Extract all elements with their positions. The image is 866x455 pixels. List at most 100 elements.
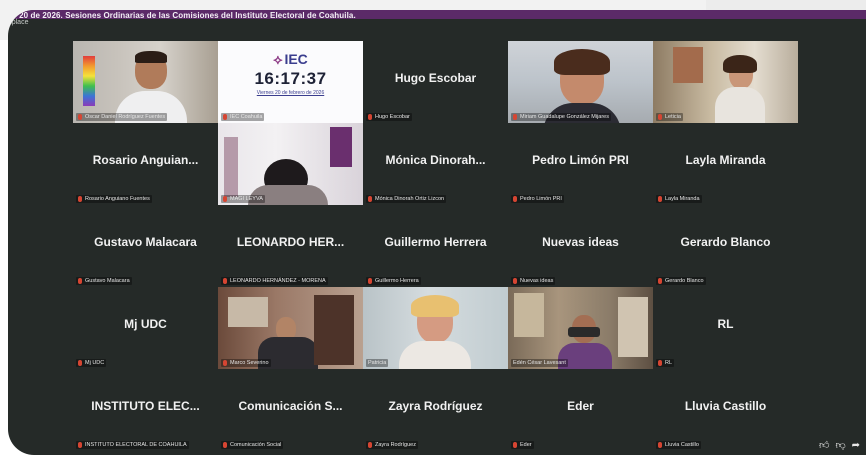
participant-tile[interactable]: Comunicación S... Comunicación Social: [218, 369, 363, 451]
iec-logo: ⟡ IEC: [273, 51, 308, 67]
participant-name-tag: Gerardo Blanco: [656, 277, 706, 285]
participant-name-tag: Guillermo Herrera: [366, 277, 421, 285]
share-icon[interactable]: ➦: [852, 441, 860, 451]
participant-tile[interactable]: Gerardo Blanco Gerardo Blanco: [653, 205, 798, 287]
workplace-label: orkplace: [8, 19, 29, 26]
participant-name-tag: Hugo Escobar: [366, 113, 412, 121]
thumbs-down-icon[interactable]: 👎︎: [835, 441, 845, 451]
participant-name: Lluvia Castillo: [684, 399, 767, 413]
mic-muted-icon: [658, 196, 662, 202]
reaction-buttons: 👍︎ 👎︎ ➦: [819, 441, 860, 451]
participant-tile[interactable]: Rosario Anguian... Rosario Anguiano Fuen…: [73, 123, 218, 205]
clock-date: Viernes 20 de febrero de 2026: [256, 90, 325, 96]
participant-name: Rosario Anguian...: [92, 153, 199, 167]
mic-muted-icon: [368, 442, 372, 448]
participant-name: Mj UDC: [124, 317, 167, 331]
participant-name: Guillermo Herrera: [384, 235, 487, 249]
participant-name-tag: Mj UDC: [76, 359, 107, 367]
participant-name: Pedro Limón PRI: [532, 153, 629, 167]
participant-tile[interactable]: Eder Eder: [508, 369, 653, 451]
participant-tile[interactable]: Leticia: [653, 41, 798, 123]
participant-tile[interactable]: Miriam Guadalupe González Mijares: [508, 41, 653, 123]
top-right-pad: [706, 0, 866, 10]
mic-muted-icon: [513, 278, 517, 284]
participant-name-tag: LEONARDO HERNÁNDEZ - MORENA: [221, 277, 328, 285]
participant-name-tag: Zayra Rodríguez: [366, 441, 418, 449]
participant-video: [508, 287, 653, 369]
participant-name-tag: MAGI LEYVA: [221, 195, 265, 203]
mic-muted-icon: [658, 278, 662, 284]
mic-muted-icon: [513, 114, 517, 120]
iec-logo-icon: ⟡: [273, 51, 283, 67]
participant-name-tag: Marco Severino: [221, 359, 271, 367]
participant-tile-active-speaker[interactable]: Patricia: [363, 287, 508, 369]
mic-muted-icon: [658, 114, 662, 120]
participant-video: [363, 287, 508, 369]
mic-muted-icon: [78, 278, 82, 284]
mic-muted-icon: [513, 442, 517, 448]
participant-tile[interactable]: Oscar Daniel Rodríguez Fuentes: [73, 41, 218, 123]
title-bar: ero 20 de 2026. Sesiones Ordinarias de l…: [8, 10, 866, 20]
participant-name: Mónica Dinorah...: [385, 153, 486, 167]
mic-muted-icon: [78, 360, 82, 366]
mic-muted-icon: [223, 114, 227, 120]
mic-muted-icon: [78, 442, 82, 448]
participant-name-tag: Edén César Lavesant: [511, 359, 568, 367]
participant-name-tag: Oscar Daniel Rodríguez Fuentes: [76, 113, 168, 121]
participant-tile[interactable]: LEONARDO HER... LEONARDO HERNÁNDEZ - MOR…: [218, 205, 363, 287]
participant-tile[interactable]: Guillermo Herrera Guillermo Herrera: [363, 205, 508, 287]
participant-video: [218, 287, 363, 369]
participant-tile[interactable]: RL RL: [653, 287, 798, 369]
thumbs-up-icon[interactable]: 👍︎: [819, 441, 829, 451]
participant-tile[interactable]: ⟡ IEC 16:17:37 Viernes 20 de febrero de 2…: [218, 41, 363, 123]
participant-tile[interactable]: Hugo Escobar Hugo Escobar: [363, 41, 508, 123]
mic-muted-icon: [658, 360, 662, 366]
participant-name: INSTITUTO ELEC...: [91, 399, 200, 413]
participant-tile[interactable]: INSTITUTO ELEC... INSTITUTO ELECTORAL DE…: [73, 369, 218, 451]
clock-time: 16:17:37: [254, 69, 327, 88]
participant-name-tag: Eder: [511, 441, 534, 449]
participant-name-tag: Lluvia Castillo: [656, 441, 701, 449]
participant-name-tag: Mónica Dinorah Ortiz Lizcon: [366, 195, 447, 203]
participant-name: RL: [717, 317, 734, 331]
participant-tile[interactable]: Pedro Limón PRI Pedro Limón PRI: [508, 123, 653, 205]
participant-name-tag: Gustavo Malacara: [76, 277, 132, 285]
participant-tile[interactable]: Marco Severino: [218, 287, 363, 369]
participant-tile[interactable]: Lluvia Castillo Lluvia Castillo: [653, 369, 798, 451]
participant-name-tag: Nuevas ideas: [511, 277, 556, 285]
mic-muted-icon: [368, 114, 372, 120]
participant-name-tag: Pedro Limón PRI: [511, 195, 564, 203]
mic-muted-icon: [223, 442, 227, 448]
mic-muted-icon: [658, 442, 662, 448]
participant-name-tag: Miriam Guadalupe González Mijares: [511, 113, 611, 121]
participant-name-tag: Leticia: [656, 113, 683, 121]
participant-name-tag: INSTITUTO ELECTORAL DE COAHUILA: [76, 441, 189, 449]
mic-muted-icon: [223, 360, 227, 366]
participant-name-tag: RL: [656, 359, 675, 367]
participant-name: Eder: [567, 399, 594, 413]
participant-tile[interactable]: Gustavo Malacara Gustavo Malacara: [73, 205, 218, 287]
participant-tile[interactable]: Zayra Rodríguez Zayra Rodríguez: [363, 369, 508, 451]
participant-tile[interactable]: Mj UDC Mj UDC: [73, 287, 218, 369]
participant-tile[interactable]: Edén César Lavesant: [508, 287, 653, 369]
mic-muted-icon: [368, 196, 372, 202]
participant-tile[interactable]: Mónica Dinorah... Mónica Dinorah Ortiz L…: [363, 123, 508, 205]
meeting-title: ero 20 de 2026. Sesiones Ordinarias de l…: [8, 11, 356, 20]
participant-name-tag: Rosario Anguiano Fuentes: [76, 195, 152, 203]
participant-video: [508, 41, 653, 123]
participant-name: Layla Miranda: [685, 153, 766, 167]
participant-tile[interactable]: Nuevas ideas Nuevas ideas: [508, 205, 653, 287]
participant-name: Gustavo Malacara: [94, 235, 197, 249]
participant-name-tag: Comunicación Social: [221, 441, 284, 449]
participant-video: ⟡ IEC 16:17:37 Viernes 20 de febrero de 2…: [218, 41, 363, 123]
participant-name: Nuevas ideas: [542, 235, 619, 249]
participant-tile[interactable]: Layla Miranda Layla Miranda: [653, 123, 798, 205]
participant-tile[interactable]: MAGI LEYVA: [218, 123, 363, 205]
participant-name: Hugo Escobar: [394, 71, 477, 85]
participant-name-tag: Layla Miranda: [656, 195, 702, 203]
mic-muted-icon: [513, 196, 517, 202]
participant-name: Zayra Rodríguez: [388, 399, 483, 413]
participant-video: [653, 41, 798, 123]
mic-muted-icon: [223, 196, 227, 202]
participant-name: Comunicación S...: [238, 399, 343, 413]
